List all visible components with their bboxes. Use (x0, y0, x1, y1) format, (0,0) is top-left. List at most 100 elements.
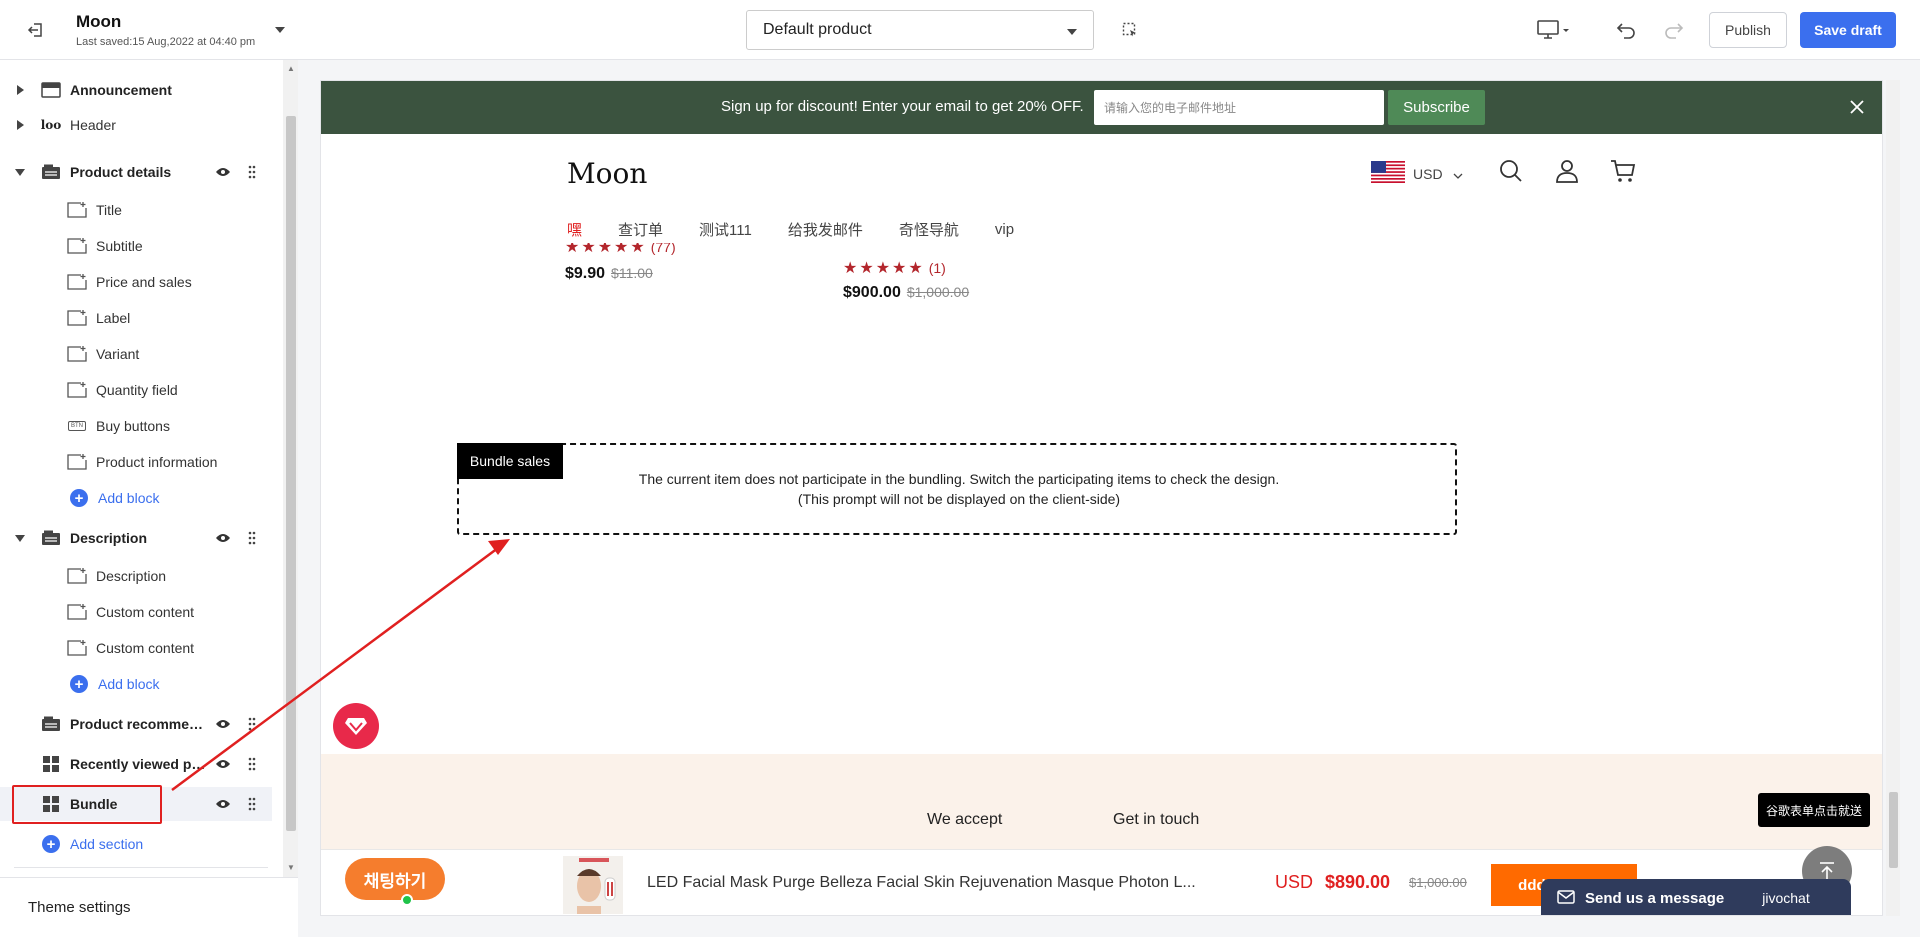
block-description[interactable]: Description (0, 559, 272, 593)
account-icon[interactable] (1553, 157, 1581, 185)
caret-down-icon[interactable] (14, 532, 26, 544)
drag-handle-icon[interactable] (246, 164, 258, 180)
google-form-button[interactable]: 谷歌表单点击就送 (1758, 793, 1870, 827)
store-logo[interactable]: Moon (567, 157, 647, 190)
star-icon: ★ (597, 243, 613, 256)
jivochat-widget[interactable]: Send us a message jivochat (1541, 879, 1851, 915)
sticky-old-price: $1,000.00 (1409, 875, 1467, 890)
bundle-sales-section[interactable]: Bundle sales The current item does not p… (457, 443, 1457, 535)
divider (14, 867, 268, 868)
store-nav: 嘿 查订单 测试111 给我发邮件 奇怪导航 vip (567, 217, 1050, 241)
product-old-price: $1,000.00 (906, 284, 970, 300)
block-custom-content[interactable]: Custom content (0, 631, 272, 665)
drag-handle-icon[interactable] (246, 756, 258, 772)
chat-button[interactable]: 채팅하기 (345, 858, 445, 906)
product-card-price: $9.90 $11.00 (565, 265, 653, 283)
scrollbar-thumb[interactable] (1889, 792, 1898, 868)
section-bundle[interactable]: Bundle (0, 787, 272, 821)
drag-handle-icon[interactable] (246, 530, 258, 546)
star-icon: ★ (859, 260, 874, 277)
scrollbar-thumb[interactable] (286, 116, 296, 831)
block-label-item[interactable]: Label (0, 301, 272, 335)
drag-handle-icon[interactable] (246, 716, 258, 732)
chat-button-label: 채팅하기 (363, 871, 427, 891)
section-label: Product details (70, 164, 172, 180)
section-announcement[interactable]: Announcement (0, 73, 272, 107)
drag-handle-icon[interactable] (246, 796, 258, 812)
eye-icon[interactable] (214, 165, 232, 179)
nav-item[interactable]: 奇怪导航 (899, 219, 959, 240)
desktop-device-icon[interactable] (1534, 16, 1574, 44)
block-buy-buttons[interactable]: BTN Buy buttons (0, 409, 272, 443)
theme-settings-button[interactable]: Theme settings (0, 877, 298, 937)
product-select[interactable]: Default product (746, 10, 1094, 50)
section-recently-viewed[interactable]: Recently viewed pr... (0, 747, 272, 781)
store-name: Moon (76, 12, 122, 31)
email-input[interactable]: 请输入您的电子邮件地址 (1094, 90, 1384, 125)
section-product-details[interactable]: Product details (0, 155, 272, 189)
button-block-icon: BTN (66, 417, 88, 435)
nav-item[interactable]: 给我发邮件 (788, 219, 863, 240)
block-custom-content[interactable]: Custom content (0, 595, 272, 629)
caret-down-icon[interactable] (274, 24, 286, 36)
star-icon: ★ (565, 243, 580, 256)
section-header[interactable]: loo Header (0, 108, 272, 142)
section-product-recommendations[interactable]: Product recommen... (0, 707, 272, 741)
diamond-icon[interactable] (333, 703, 379, 749)
block-quantity-field[interactable]: Quantity field (0, 373, 272, 407)
exit-icon[interactable] (24, 18, 48, 42)
eye-icon[interactable] (214, 531, 232, 545)
sidebar-scrollbar[interactable]: ▲ ▼ (283, 60, 298, 877)
block-label: Title (96, 202, 122, 218)
add-section-button[interactable]: + Add section (0, 827, 272, 861)
announcement-text: Sign up for discount! Enter your email t… (721, 98, 1084, 115)
redo-icon[interactable] (1660, 16, 1688, 44)
add-block-button[interactable]: + Add block (0, 481, 272, 515)
eye-icon[interactable] (214, 717, 232, 731)
block-label: Variant (96, 346, 140, 362)
nav-item[interactable]: 查订单 (618, 219, 663, 240)
block-subtitle[interactable]: Subtitle (0, 229, 272, 263)
caret-right-icon[interactable] (14, 84, 26, 96)
block-icon (66, 309, 88, 327)
scroll-up-icon[interactable]: ▲ (286, 64, 296, 74)
eye-icon[interactable] (214, 757, 232, 771)
sticky-product-title: LED Facial Mask Purge Belleza Facial Ski… (647, 874, 1196, 891)
search-icon[interactable] (1497, 157, 1525, 185)
nav-item[interactable]: vip (995, 221, 1014, 238)
save-draft-button[interactable]: Save draft (1800, 12, 1896, 48)
preview-scrollbar[interactable] (1886, 80, 1900, 916)
section-icon (40, 715, 62, 733)
inspect-icon[interactable] (1118, 18, 1142, 42)
bundle-message-line1: The current item does not participate in… (638, 471, 1280, 487)
cart-icon[interactable] (1609, 157, 1637, 185)
block-label: Custom content (96, 640, 195, 656)
block-product-information[interactable]: Product information (0, 445, 272, 479)
caret-right-icon[interactable] (14, 119, 26, 131)
subscribe-button[interactable]: Subscribe (1388, 90, 1485, 125)
nav-item[interactable]: 嘿 (567, 219, 582, 240)
product-thumbnail (563, 856, 623, 914)
publish-button[interactable]: Publish (1709, 12, 1787, 48)
eye-icon[interactable] (214, 797, 232, 811)
block-title[interactable]: Title (0, 193, 272, 227)
star-icon: ★ (581, 243, 596, 256)
scroll-down-icon[interactable]: ▼ (286, 863, 296, 873)
currency-selector[interactable]: USD (1371, 161, 1463, 186)
block-icon (66, 603, 88, 621)
nav-item[interactable]: 测试111 (699, 219, 752, 240)
close-icon[interactable] (1848, 98, 1866, 116)
caret-down-icon[interactable] (14, 166, 26, 178)
section-description[interactable]: Description (0, 521, 272, 555)
product-old-price: $11.00 (611, 265, 653, 281)
undo-icon[interactable] (1612, 16, 1640, 44)
block-variant[interactable]: Variant (0, 337, 272, 371)
star-icon: ★ (843, 260, 858, 277)
block-icon (66, 381, 88, 399)
add-block-button[interactable]: + Add block (0, 667, 272, 701)
us-flag-icon (1371, 161, 1405, 186)
chevron-down-icon (1453, 166, 1463, 182)
block-price-and-sales[interactable]: Price and sales (0, 265, 272, 299)
block-icon (66, 345, 88, 363)
bundle-message: The current item does not participate in… (459, 469, 1459, 509)
